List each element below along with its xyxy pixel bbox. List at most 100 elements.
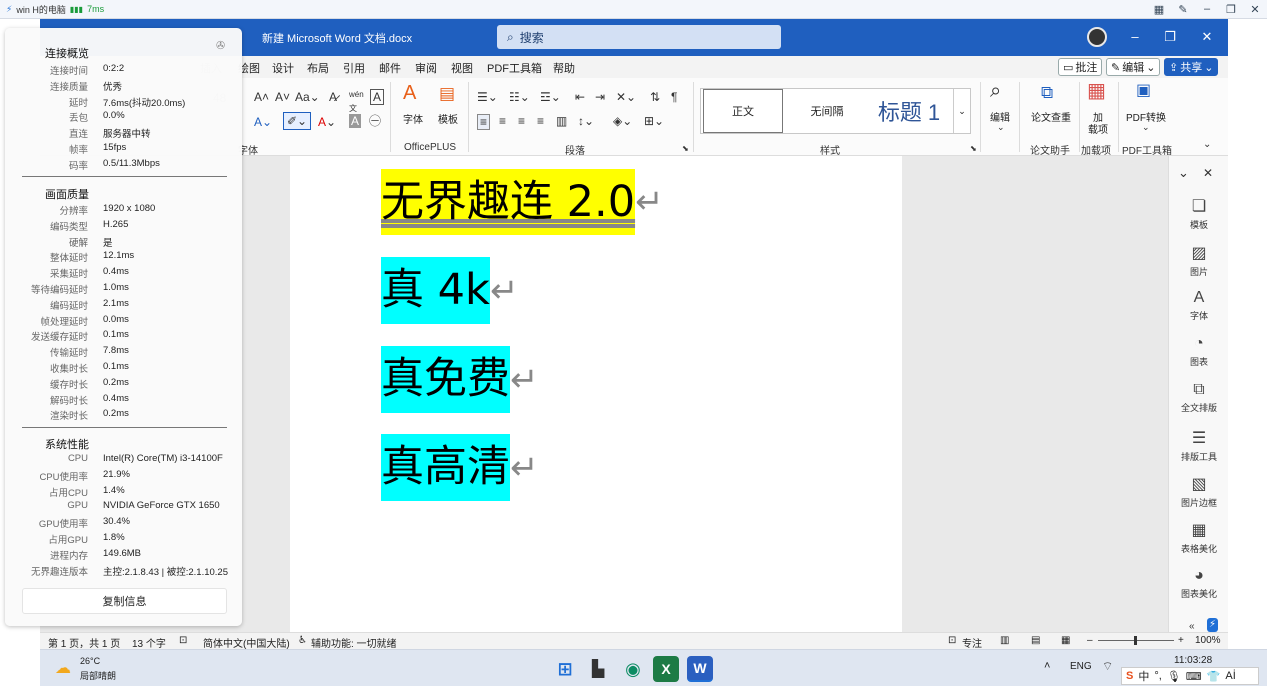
tray-chevron-icon[interactable]: ˄ [1044,660,1050,672]
file-explorer-icon[interactable]: ▙ [585,656,611,682]
tab-review[interactable]: 审阅 [415,60,437,76]
shrink-font-icon[interactable]: A˅ [275,90,290,104]
pane-table-beautify[interactable]: ▦ 表格美化 [1169,520,1229,555]
doc-line-3-text[interactable]: 真免费 [381,346,510,413]
pane-layout-tools[interactable]: ☰ 排版工具 [1169,428,1229,463]
weather-icon[interactable]: ☁ [55,658,71,678]
justify-icon[interactable]: ≡ [537,114,544,128]
show-marks-icon[interactable]: ¶ [671,90,677,104]
doc-line-1-text[interactable]: 无界趣连 2.0 [381,169,636,235]
share-button[interactable]: ⇪ 共享 ⌄ [1164,58,1219,76]
minimize-icon[interactable]: – [1195,0,1219,19]
text-effects-icon[interactable]: A⌄ [254,115,272,129]
highlight-icon[interactable]: ✐⌄ [283,112,312,130]
chevron-down-icon[interactable]: ⌄ [1178,166,1189,180]
line-spacing-icon[interactable]: ↕⌄ [578,114,594,128]
grid-menu-icon[interactable]: ▦ [1147,0,1171,19]
pane-font[interactable]: A 字体 [1169,289,1229,322]
tab-layout[interactable]: 布局 [307,60,329,76]
close-pane-icon[interactable]: ✕ [1203,166,1213,180]
sort-icon[interactable]: ⇅ [650,90,660,104]
edge-browser-icon[interactable]: ◉ [620,656,646,682]
style-normal[interactable]: 正文 [703,89,783,133]
microphone-icon[interactable]: 🎙 [1167,670,1181,683]
font-color-icon[interactable]: A⌄ [318,115,336,129]
styles-more-button[interactable]: ⌄ [953,89,970,133]
tab-references[interactable]: 引用 [343,60,365,76]
change-case-icon[interactable]: Aa⌄ [295,90,320,104]
sogou-ime-icon[interactable]: S [1126,670,1133,682]
grow-font-icon[interactable]: A˄ [254,90,269,104]
read-mode-icon[interactable]: ▥ [1000,635,1009,646]
doc-line-4-text[interactable]: 真高清 [381,434,510,501]
pdf-convert-icon[interactable]: ▣ [1136,83,1151,99]
minimize-button[interactable]: – [1120,27,1150,47]
style-heading-1[interactable]: 标题 1 [869,89,949,133]
styles-dialog-icon[interactable]: ⬊ [970,142,977,156]
find-icon[interactable]: ⌕ [990,81,1001,101]
paper-check-icon[interactable]: ⧉ [1041,84,1053,101]
wifi-icon[interactable]: ⌔ [1102,659,1113,674]
editing-mode-button[interactable]: ✎ 编辑 ⌄ [1106,58,1161,76]
print-layout-icon[interactable]: ▤ [1031,635,1040,646]
weather-temp[interactable]: 26°C [80,656,100,666]
word-count[interactable]: 13 个字 [132,635,166,650]
zoom-thumb[interactable] [1134,636,1137,645]
ime-mode[interactable]: 中 [1138,668,1149,684]
increase-indent-icon[interactable]: ⇥ [595,90,605,104]
word-app-icon[interactable]: W [687,656,713,682]
template-icon[interactable]: ▤ [439,85,455,102]
restore-icon[interactable]: ❐ [1219,0,1243,19]
numbering-icon[interactable]: ☷⌄ [509,90,530,104]
pane-chart[interactable]: ◔ 图表 [1169,335,1229,368]
keyboard-icon[interactable]: ⌨ [1186,670,1202,683]
enclosed-char-icon[interactable]: ㊀ [369,114,381,128]
tab-design[interactable]: 设计 [272,60,294,76]
zoom-out-icon[interactable]: – [1087,635,1093,646]
excel-app-icon[interactable]: X [653,656,679,682]
ai-icon[interactable]: Aİ [1225,670,1235,682]
close-button[interactable]: ✕ [1192,27,1222,47]
windows-start-icon[interactable]: ⊞ [552,656,578,682]
paragraph-dialog-icon[interactable]: ⬊ [682,142,689,156]
document-page[interactable]: 无界趣连 2.0 ↵ 真 4k ↵ 真免费 ↵ 真高清 ↵ [290,156,902,632]
asian-layout-icon[interactable]: ✕⌄ [616,90,636,104]
clock-time[interactable]: 11:03:28 [1174,655,1212,666]
pane-template[interactable]: ❏ 模板 [1169,196,1229,231]
font-style-icon[interactable]: A [403,83,416,103]
align-left-icon[interactable]: ≡ [477,114,491,130]
proofing-icon[interactable]: ⊡ [179,635,187,646]
tab-mailings[interactable]: 邮件 [379,60,401,76]
font-button-label[interactable]: 字体 [400,111,426,126]
shading-icon[interactable]: ◈⌄ [613,114,632,128]
copy-info-button[interactable]: 复制信息 [22,588,227,614]
pane-image[interactable]: ▨ 图片 [1169,243,1229,278]
addins-button-label-2[interactable]: 载项 [1085,121,1111,136]
style-no-spacing[interactable]: 无间隔 [787,89,867,133]
avatar[interactable] [1087,27,1107,47]
lightning-badge-icon[interactable]: ⚡ [1207,618,1219,632]
input-language[interactable]: ENG [1070,661,1092,672]
punctuation-icon[interactable]: °, [1154,670,1161,682]
tab-view[interactable]: 视图 [451,60,473,76]
page-count[interactable]: 第 1 页，共 1 页 [48,635,120,650]
clear-format-icon[interactable]: A̷ [329,90,337,104]
pane-chart-beautify[interactable]: ◕ 图表美化 [1169,567,1229,600]
multilevel-list-icon[interactable]: ☲⌄ [540,90,561,104]
paper-check-label[interactable]: 论文查重 [1026,109,1076,124]
pane-image-border[interactable]: ▧ 图片边框 [1169,474,1229,509]
zoom-in-icon[interactable]: + [1178,635,1184,646]
distributed-icon[interactable]: ▥ [556,114,567,128]
align-right-icon[interactable]: ≡ [518,114,525,128]
pin-icon[interactable]: ✇ [216,39,225,52]
language-status[interactable]: 简体中文(中国大陆) [203,635,290,650]
zoom-level[interactable]: 100% [1195,635,1221,646]
weather-desc[interactable]: 局部晴朗 [80,669,116,682]
close-icon[interactable]: ✕ [1243,0,1267,19]
focus-mode-button[interactable]: 专注 [962,635,982,650]
char-shading-icon[interactable]: A [349,114,362,128]
search-box[interactable]: ⌕ 搜索 [497,25,781,49]
edit-icon[interactable]: ✎ [1171,0,1195,19]
char-border-icon[interactable]: A [370,89,385,105]
tab-pdf-toolbox[interactable]: PDF工具箱 [487,60,542,76]
